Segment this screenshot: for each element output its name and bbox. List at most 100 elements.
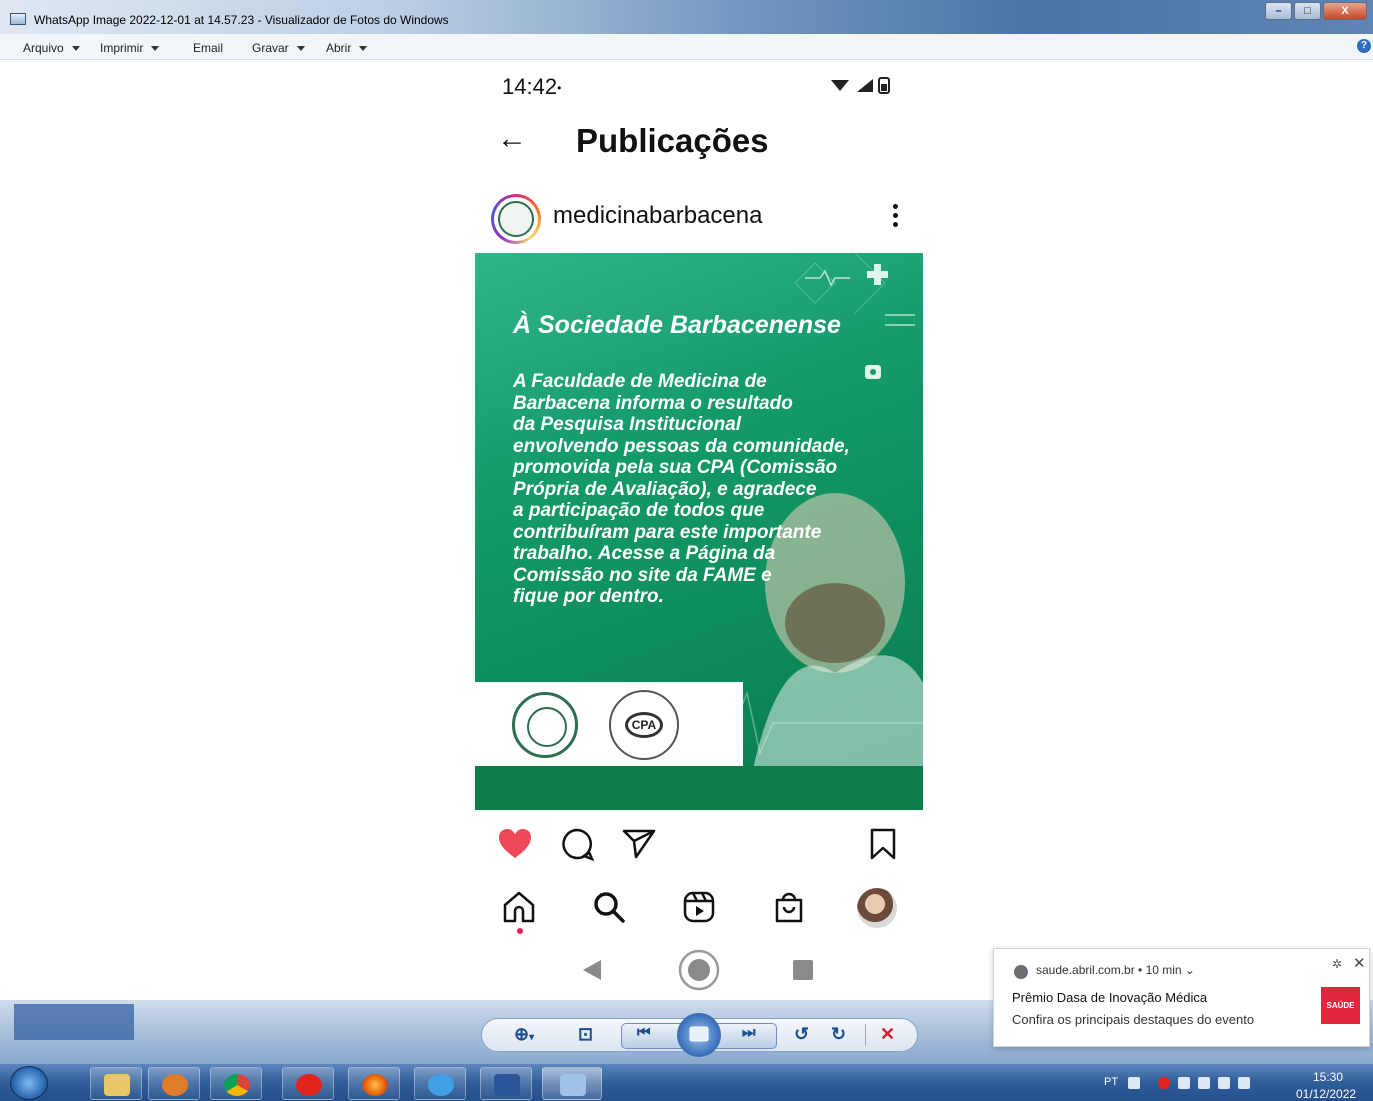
menu-email-label: Email — [193, 41, 224, 55]
heart-icon[interactable] — [497, 826, 533, 862]
next-icon[interactable]: ⏭ — [742, 1024, 756, 1041]
minimize-button[interactable]: – — [1265, 2, 1292, 20]
menu-gravar-label: Gravar — [252, 41, 289, 55]
internet-explorer-icon — [428, 1074, 454, 1096]
language-indicator[interactable]: PT — [1104, 1076, 1118, 1088]
notification-source: saude.abril.com.br • 10 min ⌄ — [1036, 963, 1195, 977]
delete-icon[interactable]: ✕ — [880, 1024, 895, 1045]
window-title-bar: WhatsApp Image 2022-12-01 at 14.57.23 - … — [0, 0, 1373, 34]
close-button[interactable]: X — [1323, 2, 1367, 20]
status-dot: • — [557, 81, 562, 96]
opera-icon — [296, 1074, 322, 1096]
menu-gravar[interactable]: Gravar — [252, 41, 305, 55]
network-icon[interactable] — [1198, 1077, 1210, 1089]
clock-date[interactable]: 01/12/2022 — [1296, 1087, 1356, 1101]
menu-arquivo-label: Arquivo — [23, 41, 64, 55]
slideshow-icon — [689, 1026, 709, 1042]
taskbar-chrome[interactable] — [210, 1067, 262, 1100]
android-home-icon[interactable] — [677, 948, 721, 992]
start-button[interactable] — [10, 1066, 48, 1100]
notification-dot — [517, 928, 523, 934]
more-options-icon[interactable] — [891, 204, 899, 230]
menu-bar: Arquivo Imprimir Email Gravar Abrir ? — [0, 34, 1373, 60]
post-author-username[interactable]: medicinabarbacena — [553, 202, 762, 230]
chevron-down-icon — [151, 46, 160, 52]
post-headline: À Sociedade Barbacenense — [513, 311, 841, 339]
menu-imprimir[interactable]: Imprimir — [100, 41, 160, 55]
search-icon[interactable] — [591, 889, 627, 925]
opera-tray-icon[interactable] — [1158, 1077, 1170, 1089]
maximize-button[interactable]: □ — [1294, 2, 1321, 20]
wifi-icon — [831, 80, 849, 91]
fit-window-icon[interactable]: ⊡ — [578, 1024, 593, 1045]
status-time: 14:42• — [502, 74, 561, 100]
saude-logo: SAÚDE — [1321, 987, 1360, 1024]
taskbar-photo-viewer[interactable] — [542, 1067, 602, 1100]
logo-strip: CPA — [475, 682, 743, 766]
taskbar-word[interactable] — [480, 1067, 532, 1100]
phone-screenshot: 14:42• ← Publicações medicinabarbacena À… — [475, 62, 923, 1000]
shop-icon[interactable] — [771, 889, 807, 925]
zoom-glyph: ⊕ — [514, 1024, 530, 1044]
notification-text: Confira os principais destaques do event… — [1012, 1012, 1255, 1027]
chevron-down-icon — [359, 46, 368, 52]
avatar-inner — [494, 197, 538, 241]
keyboard-icon[interactable] — [1128, 1077, 1140, 1089]
back-arrow-icon[interactable]: ← — [497, 122, 527, 156]
taskbar-explorer[interactable] — [90, 1067, 142, 1100]
action-center-flag-icon[interactable] — [1218, 1077, 1230, 1089]
help-icon[interactable]: ? — [1357, 39, 1371, 53]
taskbar-media-player[interactable] — [148, 1067, 200, 1100]
signal-icon — [857, 79, 873, 92]
clock-time[interactable]: 15:30 — [1313, 1070, 1343, 1084]
post-image[interactable]: À Sociedade Barbacenense A Faculdade de … — [475, 253, 923, 810]
menu-arquivo[interactable]: Arquivo — [23, 41, 80, 55]
android-recents-icon[interactable] — [789, 948, 817, 992]
rotate-left-icon[interactable]: ↺ — [794, 1024, 809, 1045]
folder-icon — [104, 1074, 130, 1096]
notification-toast[interactable]: saude.abril.com.br • 10 min ⌄ ✲ ✕ Prêmio… — [993, 948, 1370, 1047]
taskbar-opera[interactable] — [282, 1067, 334, 1100]
taskbar-firefox[interactable] — [348, 1067, 400, 1100]
menu-imprimir-label: Imprimir — [100, 41, 144, 55]
android-back-icon[interactable] — [579, 948, 611, 992]
zoom-icon[interactable]: ⊕▾ — [514, 1024, 534, 1045]
previous-icon[interactable]: ⏮ — [637, 1024, 651, 1041]
faculty-logo — [512, 692, 578, 758]
word-icon — [494, 1074, 520, 1096]
chrome-icon — [1014, 965, 1028, 979]
status-time-text: 14:42 — [502, 74, 558, 99]
window-controls: – □ X — [1265, 2, 1367, 20]
plus-icon — [867, 264, 888, 285]
share-icon[interactable] — [621, 826, 657, 862]
photo-viewer-app-icon — [10, 13, 26, 25]
volume-icon[interactable] — [1178, 1077, 1190, 1089]
screen: WhatsApp Image 2022-12-01 at 14.57.23 - … — [0, 0, 1373, 1101]
settings-gear-icon[interactable]: ✲ — [1332, 957, 1342, 971]
menu-abrir[interactable]: Abrir — [326, 41, 368, 55]
comment-icon[interactable] — [559, 826, 595, 862]
media-player-icon — [162, 1074, 188, 1096]
menu-email[interactable]: Email — [193, 41, 223, 55]
bookmark-icon[interactable] — [865, 826, 901, 862]
power-icon[interactable] — [1238, 1077, 1250, 1089]
slideshow-button[interactable] — [677, 1013, 721, 1057]
post-body-text: A Faculdade de Medicina de Barbacena inf… — [513, 371, 903, 608]
notification-close-icon[interactable]: ✕ — [1353, 954, 1366, 972]
window-title: WhatsApp Image 2022-12-01 at 14.57.23 - … — [34, 13, 449, 27]
home-icon[interactable] — [501, 889, 537, 925]
status-icons — [831, 77, 890, 94]
taskbar-preview — [14, 1004, 134, 1040]
post-author-avatar[interactable] — [491, 194, 541, 244]
photo-viewer-icon — [560, 1074, 586, 1096]
faculty-seal-icon — [498, 201, 534, 237]
chevron-down-icon — [296, 46, 305, 52]
notification-title: Prêmio Dasa de Inovação Médica — [1012, 990, 1208, 1005]
profile-avatar[interactable] — [857, 888, 897, 928]
rotate-right-icon[interactable]: ↻ — [831, 1024, 846, 1045]
chevron-down-icon: ▾ — [529, 1032, 535, 1043]
page-title: Publicações — [576, 122, 769, 159]
menu-abrir-label: Abrir — [326, 41, 352, 55]
taskbar-ie[interactable] — [414, 1067, 466, 1100]
reels-icon[interactable] — [681, 889, 717, 925]
